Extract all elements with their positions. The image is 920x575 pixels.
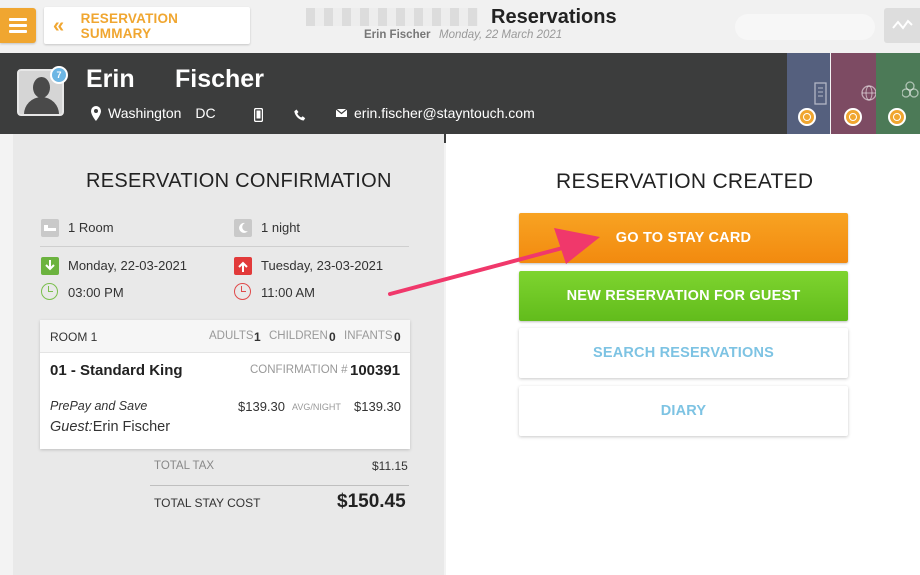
room-card-header: ROOM 1 ADULTS 1 CHILDREN 0 INFANTS 0 — [40, 320, 410, 353]
created-title: RESERVATION CREATED — [556, 170, 814, 193]
moon-icon — [234, 219, 252, 237]
activity-button[interactable] — [884, 8, 920, 43]
side-tab-network[interactable] — [876, 53, 920, 134]
search-reservations-button[interactable]: SEARCH RESERVATIONS — [519, 328, 848, 378]
confirmation-number-label: CONFIRMATION # — [250, 364, 348, 376]
rate-name: PrePay and Save — [50, 399, 148, 413]
average-rate: $139.30 — [238, 399, 285, 414]
room-type: 01 - Standard King — [50, 362, 183, 379]
divider — [40, 246, 409, 247]
departure-clock-icon — [234, 283, 251, 300]
adults-count: 1 — [254, 330, 261, 344]
header-search-pill[interactable] — [735, 14, 875, 40]
guest-first-name: Erin — [86, 65, 135, 93]
total-tax-label: TOTAL TAX — [154, 460, 215, 472]
arrival-time: 03:00 PM — [68, 285, 124, 300]
side-tab-globe[interactable] — [831, 53, 876, 134]
departure-time: 11:00 AM — [261, 285, 315, 300]
departure-date: Tuesday, 23-03-2021 — [261, 258, 384, 273]
confirmation-number: 100391 — [350, 362, 401, 379]
total-tax-value: $11.15 — [372, 459, 408, 473]
room-total-rate: $139.30 — [354, 399, 401, 414]
page-title: Reservations — [491, 6, 617, 28]
hamburger-menu-button[interactable] — [0, 8, 36, 43]
diary-button[interactable]: DIARY — [519, 386, 848, 436]
arrival-arrow-icon — [41, 257, 59, 275]
globe-icon — [861, 85, 876, 101]
building-icon — [814, 82, 827, 105]
guest-email: erin.fischer@stayntouch.com — [354, 105, 535, 121]
room-card: ROOM 1 ADULTS 1 CHILDREN 0 INFANTS 0 01 … — [40, 320, 410, 449]
departure-arrow-icon — [234, 257, 252, 275]
email-icon — [336, 109, 347, 117]
phone-icon[interactable] — [294, 109, 306, 121]
bed-icon — [41, 219, 59, 237]
room-count: 1 Room — [68, 220, 114, 235]
arrival-clock-icon — [41, 283, 58, 300]
guest-email-row[interactable]: erin.fischer@stayntouch.com — [336, 105, 535, 121]
night-count: 1 night — [261, 220, 301, 235]
total-stay-cost-label: TOTAL STAY COST — [154, 496, 261, 510]
business-date: Monday, 22 March 2021 — [439, 29, 563, 41]
side-tab-building[interactable] — [787, 53, 830, 134]
adults-label: ADULTS — [209, 330, 254, 342]
reservation-summary-back-button[interactable]: « RESERVATION SUMMARY — [44, 7, 250, 44]
guest-header: Erin Fischer Washington DC erin.fischer@… — [0, 53, 787, 134]
go-to-stay-card-button[interactable]: GO TO STAY CARD — [519, 213, 848, 263]
network-icon — [902, 81, 919, 98]
magnifier-icon — [844, 108, 862, 126]
infants-label: INFANTS — [344, 330, 393, 342]
guest-city: Washington — [108, 105, 182, 121]
room-guest: Guest:Erin Fischer — [50, 419, 171, 435]
guest-last-name: Fischer — [175, 65, 264, 93]
total-stay-cost-value: $150.45 — [337, 491, 406, 512]
infants-count: 0 — [394, 330, 401, 344]
blurred-hotel-name — [306, 8, 478, 26]
children-label: CHILDREN — [269, 330, 328, 342]
header-guest-name: Erin Fischer — [364, 29, 431, 41]
arrival-date: Monday, 22-03-2021 — [68, 258, 188, 273]
guest-notification-badge: 7 — [50, 66, 68, 84]
guest-state: DC — [195, 105, 216, 121]
new-reservation-for-guest-button[interactable]: NEW RESERVATION FOR GUEST — [519, 271, 848, 321]
mobile-phone-icon[interactable] — [254, 108, 263, 122]
location-pin-icon — [91, 105, 101, 121]
top-bar: « RESERVATION SUMMARY Reservations Erin … — [0, 0, 920, 53]
guest-location: Washington DC — [90, 105, 216, 121]
confirmation-title: RESERVATION CONFIRMATION — [86, 170, 392, 192]
magnifier-icon — [798, 108, 816, 126]
back-button-label: RESERVATION SUMMARY — [80, 10, 179, 41]
room-number-label: ROOM 1 — [50, 330, 98, 344]
magnifier-icon — [888, 108, 906, 126]
double-chevron-left-icon: « — [53, 14, 64, 37]
avg-night-label: AVG/NIGHT — [292, 402, 341, 412]
divider — [150, 485, 409, 486]
activity-chart-icon — [892, 19, 913, 30]
children-count: 0 — [329, 330, 336, 344]
